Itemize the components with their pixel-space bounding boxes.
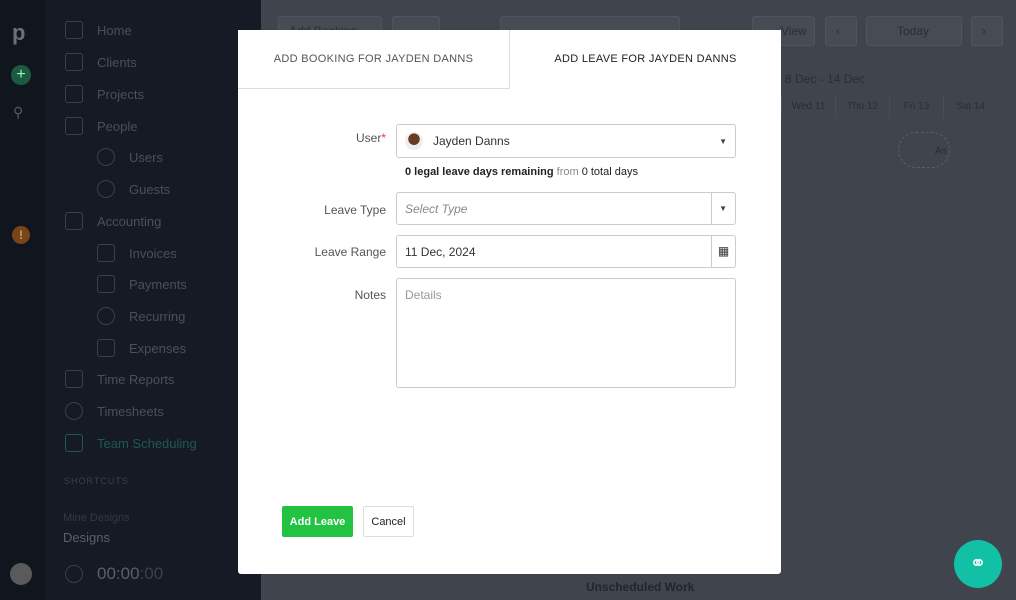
alert-icon[interactable]: ! bbox=[12, 226, 30, 244]
sidebar-item-guests[interactable]: Guests bbox=[97, 180, 170, 198]
sidebar-item-home[interactable]: Home bbox=[65, 21, 132, 39]
label: Recurring bbox=[129, 308, 186, 324]
label: Timesheets bbox=[97, 403, 164, 419]
project-name[interactable]: Designs bbox=[63, 530, 110, 545]
label: Time Reports bbox=[97, 371, 175, 387]
scale-icon bbox=[65, 212, 83, 230]
label: Team Scheduling bbox=[97, 435, 197, 451]
leave-balance: 0 legal leave days remaining from 0 tota… bbox=[405, 166, 638, 178]
label: Guests bbox=[129, 181, 171, 197]
label: People bbox=[97, 118, 138, 134]
prev-button[interactable]: ‹ bbox=[825, 16, 857, 46]
clock-icon bbox=[65, 402, 83, 420]
day-header: Thu 12 bbox=[835, 96, 889, 118]
required-marker: * bbox=[381, 131, 386, 145]
booking-chip[interactable]: As bbox=[898, 132, 950, 168]
home-icon bbox=[65, 21, 83, 39]
sidebar-item-projects[interactable]: Projects bbox=[65, 85, 144, 103]
calendar-icon[interactable]: ▦ bbox=[711, 236, 735, 267]
refresh-icon bbox=[97, 307, 115, 325]
card-icon bbox=[97, 275, 115, 293]
user-value: Jayden Danns bbox=[433, 134, 510, 148]
caret-down-icon: ▼ bbox=[719, 204, 727, 213]
sidebar-nav: Home Clients Projects People Users Guest… bbox=[45, 0, 261, 600]
label: Payments bbox=[129, 276, 187, 292]
next-button[interactable]: › bbox=[971, 16, 1003, 46]
sidebar-item-accounting[interactable]: Accounting bbox=[65, 212, 161, 230]
chart-icon bbox=[65, 370, 83, 388]
sidebar-item-people[interactable]: People bbox=[65, 117, 137, 135]
cancel-button[interactable]: Cancel bbox=[363, 506, 414, 537]
leave-range-value: 11 Dec, 2024 bbox=[405, 244, 476, 259]
eye-icon bbox=[97, 180, 115, 198]
label: Expenses bbox=[129, 340, 187, 356]
leave-remaining: 0 legal leave days remaining bbox=[405, 166, 554, 178]
today-button[interactable]: Today bbox=[866, 16, 962, 46]
tab-add-booking[interactable]: ADD BOOKING FOR JAYDEN DANNS bbox=[238, 30, 510, 89]
sidebar-item-time-reports[interactable]: Time Reports bbox=[65, 370, 175, 388]
leave-type-label: Leave Type bbox=[324, 203, 386, 217]
support-chat-button[interactable]: ⚭ bbox=[954, 540, 1002, 588]
add-leave-modal: ADD BOOKING FOR JAYDEN DANNS ADD LEAVE F… bbox=[238, 30, 781, 574]
folder-icon bbox=[65, 85, 83, 103]
logo-icon[interactable]: p bbox=[12, 20, 30, 45]
week-range: 8 Dec - 14 Dec bbox=[785, 72, 866, 86]
label: Projects bbox=[97, 86, 144, 102]
day-header: Sat 14 bbox=[943, 96, 997, 118]
day-header: Wed 11 bbox=[781, 96, 835, 118]
sidebar-item-recurring[interactable]: Recurring bbox=[97, 307, 185, 325]
notes-placeholder: Details bbox=[405, 288, 442, 302]
search-icon[interactable]: ⚲ bbox=[13, 104, 23, 121]
day-headers: Wed 11 Thu 12 Fri 13 Sat 14 bbox=[781, 96, 997, 118]
wallet-icon bbox=[97, 339, 115, 357]
user-label-text: User bbox=[355, 131, 382, 145]
leave-from: from bbox=[556, 166, 579, 178]
user-avatar bbox=[405, 132, 423, 150]
day-header: Fri 13 bbox=[889, 96, 943, 118]
sidebar-item-expenses[interactable]: Expenses bbox=[97, 339, 186, 357]
icon-rail: p + ⚲ ! bbox=[0, 0, 45, 600]
timer-seconds: :00 bbox=[139, 564, 164, 583]
label: Home bbox=[97, 22, 132, 38]
sidebar-item-users[interactable]: Users bbox=[97, 148, 163, 166]
notes-label: Notes bbox=[354, 288, 386, 302]
add-icon[interactable]: + bbox=[11, 65, 31, 85]
label: Users bbox=[129, 149, 163, 165]
avatar[interactable] bbox=[10, 563, 32, 585]
leave-type-placeholder: Select Type bbox=[405, 201, 468, 216]
headset-icon: ⚭ bbox=[969, 553, 987, 575]
people-icon bbox=[65, 117, 83, 135]
leave-range-label: Leave Range bbox=[314, 245, 386, 259]
project-client: Mine Designs bbox=[63, 512, 130, 524]
tab-add-leave[interactable]: ADD LEAVE FOR JAYDEN DANNS bbox=[510, 30, 781, 89]
calendar-check-icon bbox=[65, 434, 83, 452]
user-icon bbox=[97, 148, 115, 166]
sidebar-item-team-scheduling[interactable]: Team Scheduling bbox=[65, 434, 197, 452]
label: Clients bbox=[97, 54, 137, 70]
clients-icon bbox=[65, 53, 83, 71]
invoice-icon bbox=[97, 244, 115, 262]
notes-textarea[interactable]: Details bbox=[396, 278, 736, 388]
unscheduled-work-heading: Unscheduled Work bbox=[586, 580, 695, 594]
sidebar-item-clients[interactable]: Clients bbox=[65, 53, 137, 71]
user-select[interactable]: Jayden Danns ▼ bbox=[396, 124, 736, 158]
user-label: User* bbox=[356, 131, 386, 145]
add-leave-button[interactable]: Add Leave bbox=[282, 506, 353, 537]
leave-total: 0 total days bbox=[581, 166, 638, 178]
label: Accounting bbox=[97, 213, 162, 229]
timer[interactable]: 00:00:00 bbox=[65, 564, 163, 584]
label: Invoices bbox=[129, 245, 177, 261]
timer-icon bbox=[65, 565, 83, 583]
sidebar-item-invoices[interactable]: Invoices bbox=[97, 244, 177, 262]
timer-value: 00:00 bbox=[97, 564, 140, 583]
sidebar-item-payments[interactable]: Payments bbox=[97, 275, 187, 293]
sidebar-item-timesheets[interactable]: Timesheets bbox=[65, 402, 164, 420]
shortcuts-heading: SHORTCUTS bbox=[64, 476, 129, 486]
leave-range-input[interactable]: 11 Dec, 2024 ▦ bbox=[396, 235, 736, 268]
caret-down-icon: ▼ bbox=[719, 136, 727, 146]
leave-type-select[interactable]: Select Type ▼ bbox=[396, 192, 736, 225]
